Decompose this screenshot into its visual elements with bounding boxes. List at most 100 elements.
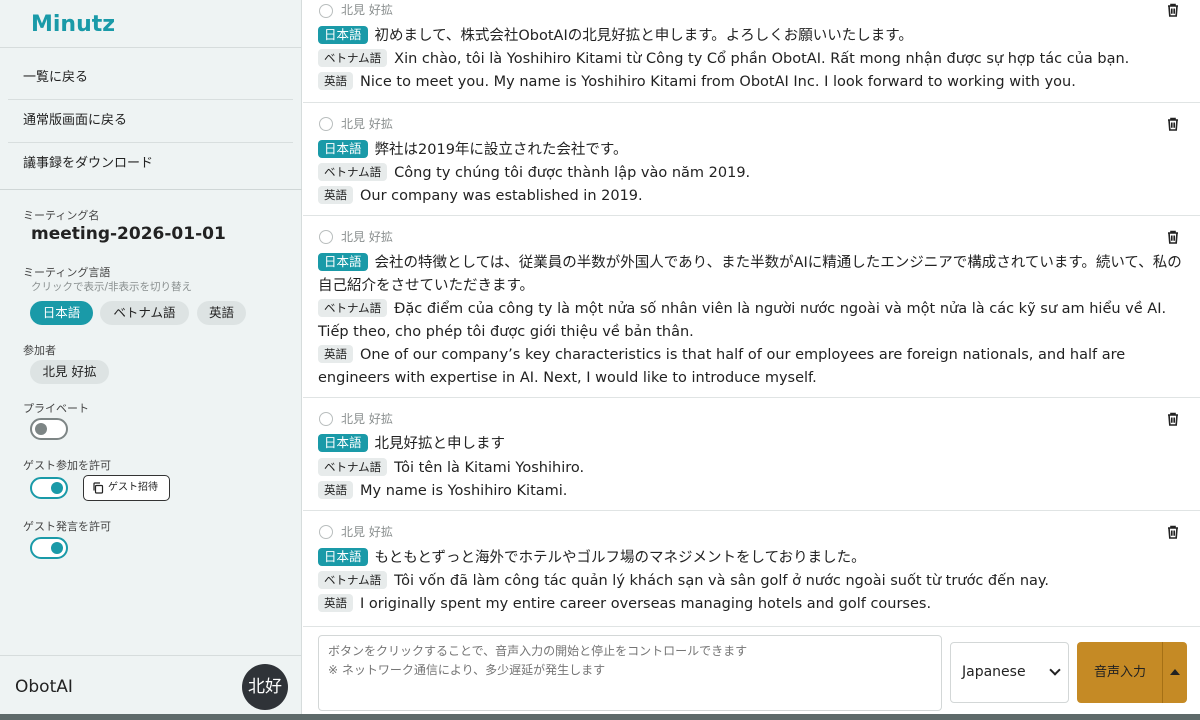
tag-japanese: 日本語: [318, 434, 368, 452]
speaker-name: 北見 好拡: [341, 230, 393, 244]
caret-up-icon[interactable]: [1170, 669, 1180, 675]
language-chip-english[interactable]: 英語: [197, 301, 246, 325]
speaker-name: 北見 好拡: [341, 3, 393, 17]
line-vietnamese: ベトナム語 Tôi vốn đã làm công tác quản lý khá…: [318, 570, 1188, 593]
text-english: My name is Yoshihiro Kitami.: [360, 483, 568, 499]
text-english: Our company was established in 2019.: [360, 188, 643, 204]
guest-speak-label: ゲスト発言を許可: [23, 520, 111, 533]
participant-chip: 北見 好拡: [30, 360, 109, 384]
trash-icon[interactable]: [1165, 2, 1181, 18]
text-vietnamese: Xin chào, tôi là Yoshihiro Kitami từ Côn…: [394, 51, 1130, 67]
copy-icon: [93, 482, 104, 494]
tag-english: 英語: [318, 72, 353, 90]
divider: [0, 655, 302, 656]
tag-japanese: 日本語: [318, 253, 368, 271]
tag-vietnamese: ベトナム語: [318, 299, 388, 317]
organization-name: ObotAI: [15, 677, 73, 697]
tag-english: 英語: [318, 186, 353, 204]
line-japanese: 日本語 弊社は2019年に設立された会社です。: [318, 139, 1188, 162]
toggle-knob: [51, 542, 63, 554]
entry-select-radio[interactable]: [319, 4, 333, 18]
meeting-language-label: ミーティング言語: [23, 266, 111, 279]
transcript-entry: 北見 好拡 日本語 弊社は2019年に設立された会社です。 ベトナム語 Công t…: [303, 103, 1200, 216]
voice-input-label: 音声入力: [1093, 665, 1146, 680]
guest-join-label: ゲスト参加を許可: [23, 459, 111, 472]
tag-vietnamese: ベトナム語: [318, 458, 388, 476]
text-vietnamese: Tôi vốn đã làm công tác quản lý khách sạ…: [394, 573, 1050, 589]
entry-select-radio[interactable]: [319, 525, 333, 539]
toggle-knob: [35, 423, 47, 435]
meeting-name: meeting-2026-01-01: [31, 224, 226, 244]
divider: [1162, 642, 1163, 703]
line-english: 英語 One of our company’s key characteristi…: [318, 344, 1188, 390]
entry-select-radio[interactable]: [319, 117, 333, 131]
text-english: Nice to meet you. My name is Yoshihiro K…: [360, 74, 1076, 90]
back-to-standard-view-link[interactable]: 通常版画面に戻る: [8, 99, 293, 142]
line-vietnamese: ベトナム語 Công ty chúng tôi được thành lập và…: [318, 162, 1188, 185]
tag-japanese: 日本語: [318, 548, 368, 566]
transcript-entry: 北見 好拡 日本語 会社の特徴としては、従業員の半数が外国人であり、また半数がAI…: [303, 216, 1200, 398]
voice-input-button[interactable]: 音声入力: [1077, 642, 1187, 703]
meeting-language-hint: クリックで表示/非表示を切り替え: [31, 281, 193, 293]
chevron-down-icon: [1049, 664, 1061, 676]
speaker-name: 北見 好拡: [341, 117, 393, 131]
tag-japanese: 日本語: [318, 26, 368, 44]
divider: [0, 47, 302, 48]
text-japanese: 会社の特徴としては、従業員の半数が外国人であり、また半数がAIに精通したエンジニ…: [318, 255, 1182, 294]
line-vietnamese: ベトナム語 Tôi tên là Kitami Yoshihiro.: [318, 457, 1188, 480]
trash-icon[interactable]: [1165, 411, 1181, 427]
language-select-value: Japanese: [962, 664, 1026, 680]
text-english: I originally spent my entire career over…: [360, 596, 932, 612]
text-vietnamese: Công ty chúng tôi được thành lập vào năm…: [394, 165, 751, 181]
app-brand[interactable]: Minutz: [31, 12, 115, 37]
entry-select-radio[interactable]: [319, 412, 333, 426]
guest-invite-button[interactable]: ゲスト招待: [83, 475, 170, 501]
text-vietnamese: Tôi tên là Kitami Yoshihiro.: [394, 460, 585, 476]
line-vietnamese: ベトナム語 Đặc điểm của công ty là một nửa số …: [318, 298, 1188, 344]
tag-vietnamese: ベトナム語: [318, 49, 388, 67]
text-vietnamese: Đặc điểm của công ty là một nửa số nhân …: [318, 301, 1167, 340]
language-select[interactable]: Japanese: [950, 642, 1069, 703]
trash-icon[interactable]: [1165, 116, 1181, 132]
guest-speak-toggle[interactable]: [30, 537, 68, 559]
tag-vietnamese: ベトナム語: [318, 163, 388, 181]
line-vietnamese: ベトナム語 Xin chào, tôi là Yoshihiro Kitami t…: [318, 48, 1188, 71]
speaker-name: 北見 好拡: [341, 525, 393, 539]
trash-icon[interactable]: [1165, 229, 1181, 245]
private-label: プライベート: [23, 402, 89, 415]
divider: [0, 189, 302, 190]
line-english: 英語 Our company was established in 2019.: [318, 185, 1188, 208]
transcript-entry: 北見 好拡 日本語 もともとずっと海外でホテルやゴルフ場のマネジメントをしておりま…: [303, 511, 1200, 626]
guest-invite-label: ゲスト招待: [108, 482, 158, 493]
line-japanese: 日本語 初めまして、株式会社ObotAIの北見好拡と申します。よろしくお願いいたし…: [318, 25, 1188, 48]
download-minutes-link[interactable]: 議事録をダウンロード: [8, 142, 293, 185]
tag-english: 英語: [318, 594, 353, 612]
line-japanese: 日本語 北見好拡と申します: [318, 433, 1188, 456]
line-english: 英語 I originally spent my entire career ov…: [318, 593, 1188, 616]
desktop-strip: [0, 714, 1200, 720]
sidebar: Minutz 一覧に戻る 通常版画面に戻る 議事録をダウンロード ミーティング名…: [0, 0, 302, 720]
trash-icon[interactable]: [1165, 524, 1181, 540]
language-chip-japanese[interactable]: 日本語: [30, 301, 93, 325]
language-chip-vietnamese[interactable]: ベトナム語: [100, 301, 189, 325]
transcript-entry: 北見 好拡 日本語 北見好拡と申します ベトナム語 Tôi tên là Kitam…: [303, 398, 1200, 511]
private-toggle[interactable]: [30, 418, 68, 440]
transcript-entry: 北見 好拡 日本語 初めまして、株式会社ObotAIの北見好拡と申します。よろしく…: [303, 0, 1200, 103]
tag-english: 英語: [318, 481, 353, 499]
text-english: One of our company’s key characteristics…: [318, 347, 1126, 386]
voice-input-bar: Japanese 音声入力: [303, 626, 1200, 720]
text-japanese: 北見好拡と申します: [374, 436, 506, 452]
guest-join-toggle[interactable]: [30, 477, 68, 499]
line-english: 英語 My name is Yoshihiro Kitami.: [318, 480, 1188, 503]
text-japanese: もともとずっと海外でホテルやゴルフ場のマネジメントをしておりました。: [374, 550, 866, 566]
tag-vietnamese: ベトナム語: [318, 571, 388, 589]
back-to-list-link[interactable]: 一覧に戻る: [8, 56, 293, 99]
avatar[interactable]: 北好: [242, 664, 288, 710]
line-english: 英語 Nice to meet you. My name is Yoshihiro…: [318, 71, 1188, 94]
text-japanese: 弊社は2019年に設立された会社です。: [374, 142, 628, 158]
voice-transcript-textarea[interactable]: [318, 635, 942, 711]
line-japanese: 日本語 もともとずっと海外でホテルやゴルフ場のマネジメントをしておりました。: [318, 547, 1188, 570]
entry-select-radio[interactable]: [319, 230, 333, 244]
line-japanese: 日本語 会社の特徴としては、従業員の半数が外国人であり、また半数がAIに精通したエ…: [318, 252, 1188, 298]
participants-label: 参加者: [23, 344, 56, 357]
